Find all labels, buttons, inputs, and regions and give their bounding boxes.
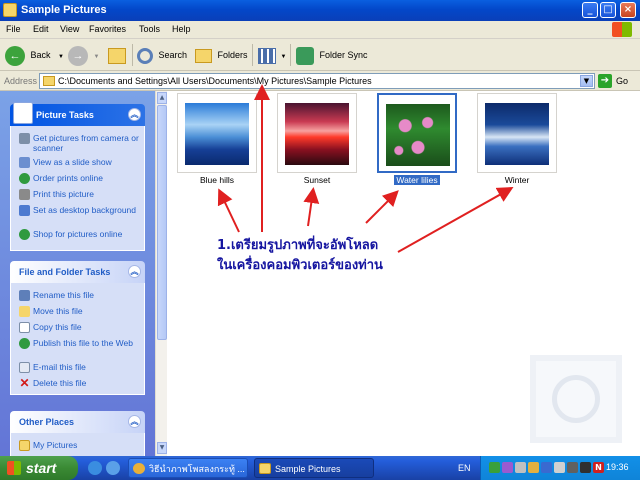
tray-icon[interactable] xyxy=(541,462,552,473)
taskbar: start วิธีนำภาพโพสลงกระทู้ ... Sample Pi… xyxy=(0,456,640,480)
annotation-text: 1.เตรียมรูปภาพที่จะอัพโหลด ในเครื่องคอมพ… xyxy=(217,236,383,276)
arrow-to-blue-hills xyxy=(217,188,240,233)
taskbar-item-sample-pictures[interactable]: Sample Pictures xyxy=(254,458,374,478)
tray-icon[interactable] xyxy=(502,462,513,473)
annotation-line-2: ในเครื่องคอมพิวเตอร์ของท่าน xyxy=(217,258,383,273)
browser-icon xyxy=(133,463,145,474)
network-icon[interactable] xyxy=(515,462,526,473)
language-indicator[interactable]: EN xyxy=(458,463,471,473)
system-tray: N 19:36 xyxy=(480,456,640,480)
clock[interactable]: 19:36 xyxy=(606,462,629,472)
tray-icon[interactable] xyxy=(580,462,591,473)
folder-icon xyxy=(259,463,271,474)
taskbar-item-browser[interactable]: วิธีนำภาพโพสลงกระทู้ ... xyxy=(128,458,248,478)
ie-icon[interactable] xyxy=(88,461,102,475)
arrow-to-sunset xyxy=(303,187,320,227)
annotation-line-1: 1.เตรียมรูปภาพที่จะอัพโหลด xyxy=(217,238,379,253)
arrow-to-water-lilies xyxy=(365,190,399,224)
tray-icon[interactable] xyxy=(489,462,500,473)
tray-icon[interactable] xyxy=(528,462,539,473)
news-icon[interactable]: N xyxy=(593,462,604,473)
quick-launch-icon[interactable] xyxy=(106,461,120,475)
start-label: start xyxy=(26,460,57,476)
volume-icon[interactable] xyxy=(554,462,565,473)
start-button[interactable]: start xyxy=(0,456,78,480)
tray-icon[interactable] xyxy=(567,462,578,473)
arrow-to-winter xyxy=(397,187,514,253)
windows-logo-icon xyxy=(7,461,21,475)
